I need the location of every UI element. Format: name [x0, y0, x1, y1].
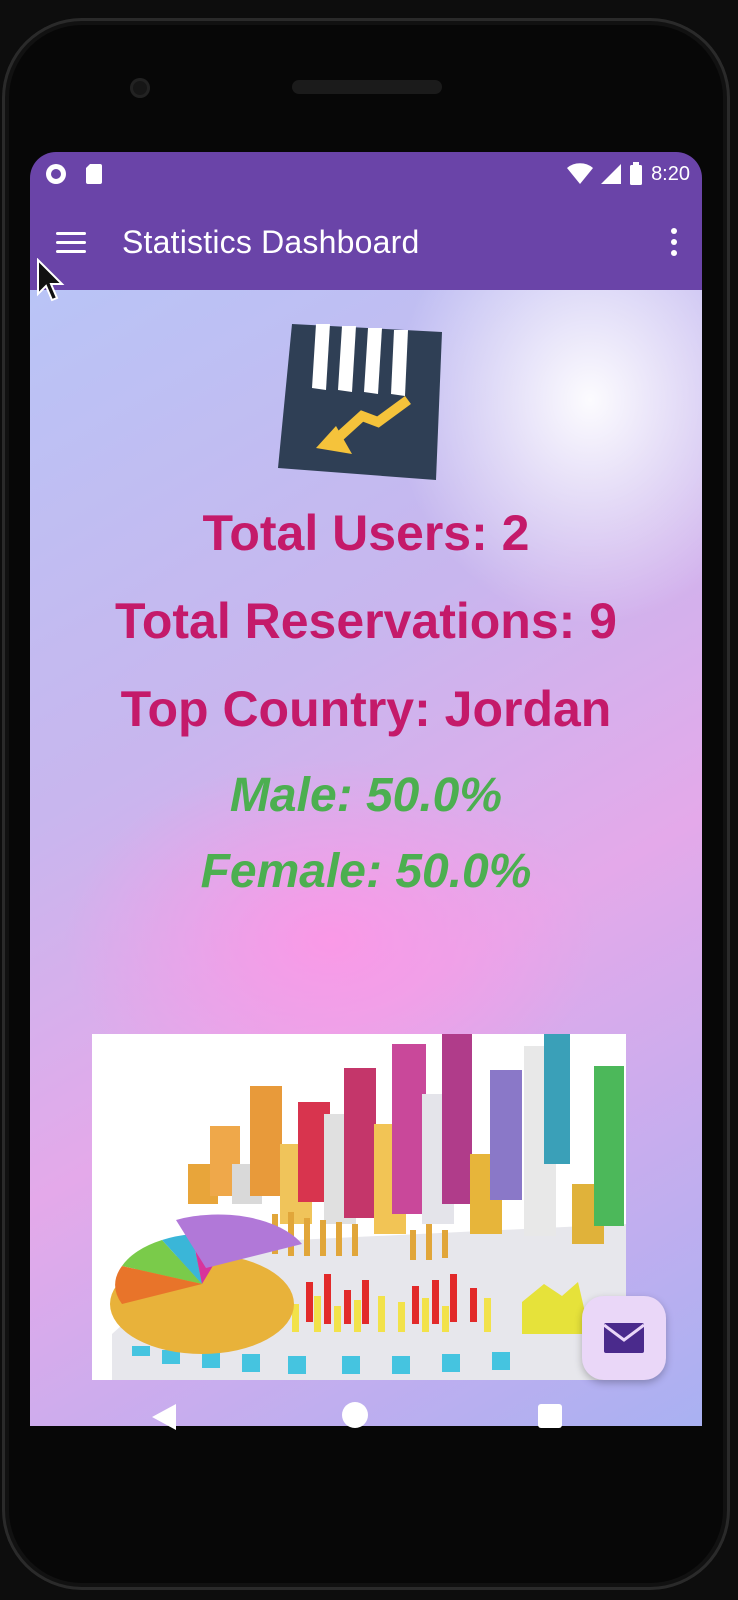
circle-notification-icon — [46, 164, 66, 184]
female-percentage: Female: 50.0% — [200, 845, 532, 898]
total-users-stat: Total Users: 2 — [202, 505, 530, 561]
male-percentage: Male: 50.0% — [229, 769, 503, 822]
earpiece-speaker — [292, 80, 442, 94]
device-screen: 8:20 Statistics Dashboard Total Users: 2… — [30, 152, 702, 1426]
email-icon — [604, 1323, 644, 1353]
signal-icon — [601, 164, 622, 184]
back-icon[interactable] — [150, 1402, 178, 1432]
mouse-cursor-icon — [37, 258, 65, 302]
hamburger-menu-icon[interactable] — [56, 226, 90, 260]
page-title: Statistics Dashboard — [122, 224, 420, 260]
recents-icon[interactable] — [538, 1404, 562, 1428]
more-vert-icon[interactable] — [664, 228, 684, 262]
statistics-illustration — [92, 1034, 626, 1380]
dashboard-content: Total Users: 2 Total Reservations: 9 Top… — [30, 290, 702, 1426]
wifi-icon — [567, 163, 594, 184]
top-country-stat: Top Country: Jordan — [120, 681, 612, 737]
total-reservations-stat: Total Reservations: 9 — [114, 593, 617, 649]
status-bar: 8:20 — [30, 152, 702, 198]
app-bar: Statistics Dashboard — [30, 198, 702, 290]
email-fab-button[interactable] — [582, 1296, 666, 1380]
sd-card-icon — [86, 164, 102, 184]
home-icon[interactable] — [342, 1402, 368, 1428]
phone-frame: 8:20 Statistics Dashboard Total Users: 2… — [2, 18, 730, 1590]
clock-time: 8:20 — [651, 162, 690, 185]
statistics-logo-icon — [278, 324, 442, 480]
front-camera — [130, 78, 150, 98]
battery-icon — [630, 162, 643, 185]
